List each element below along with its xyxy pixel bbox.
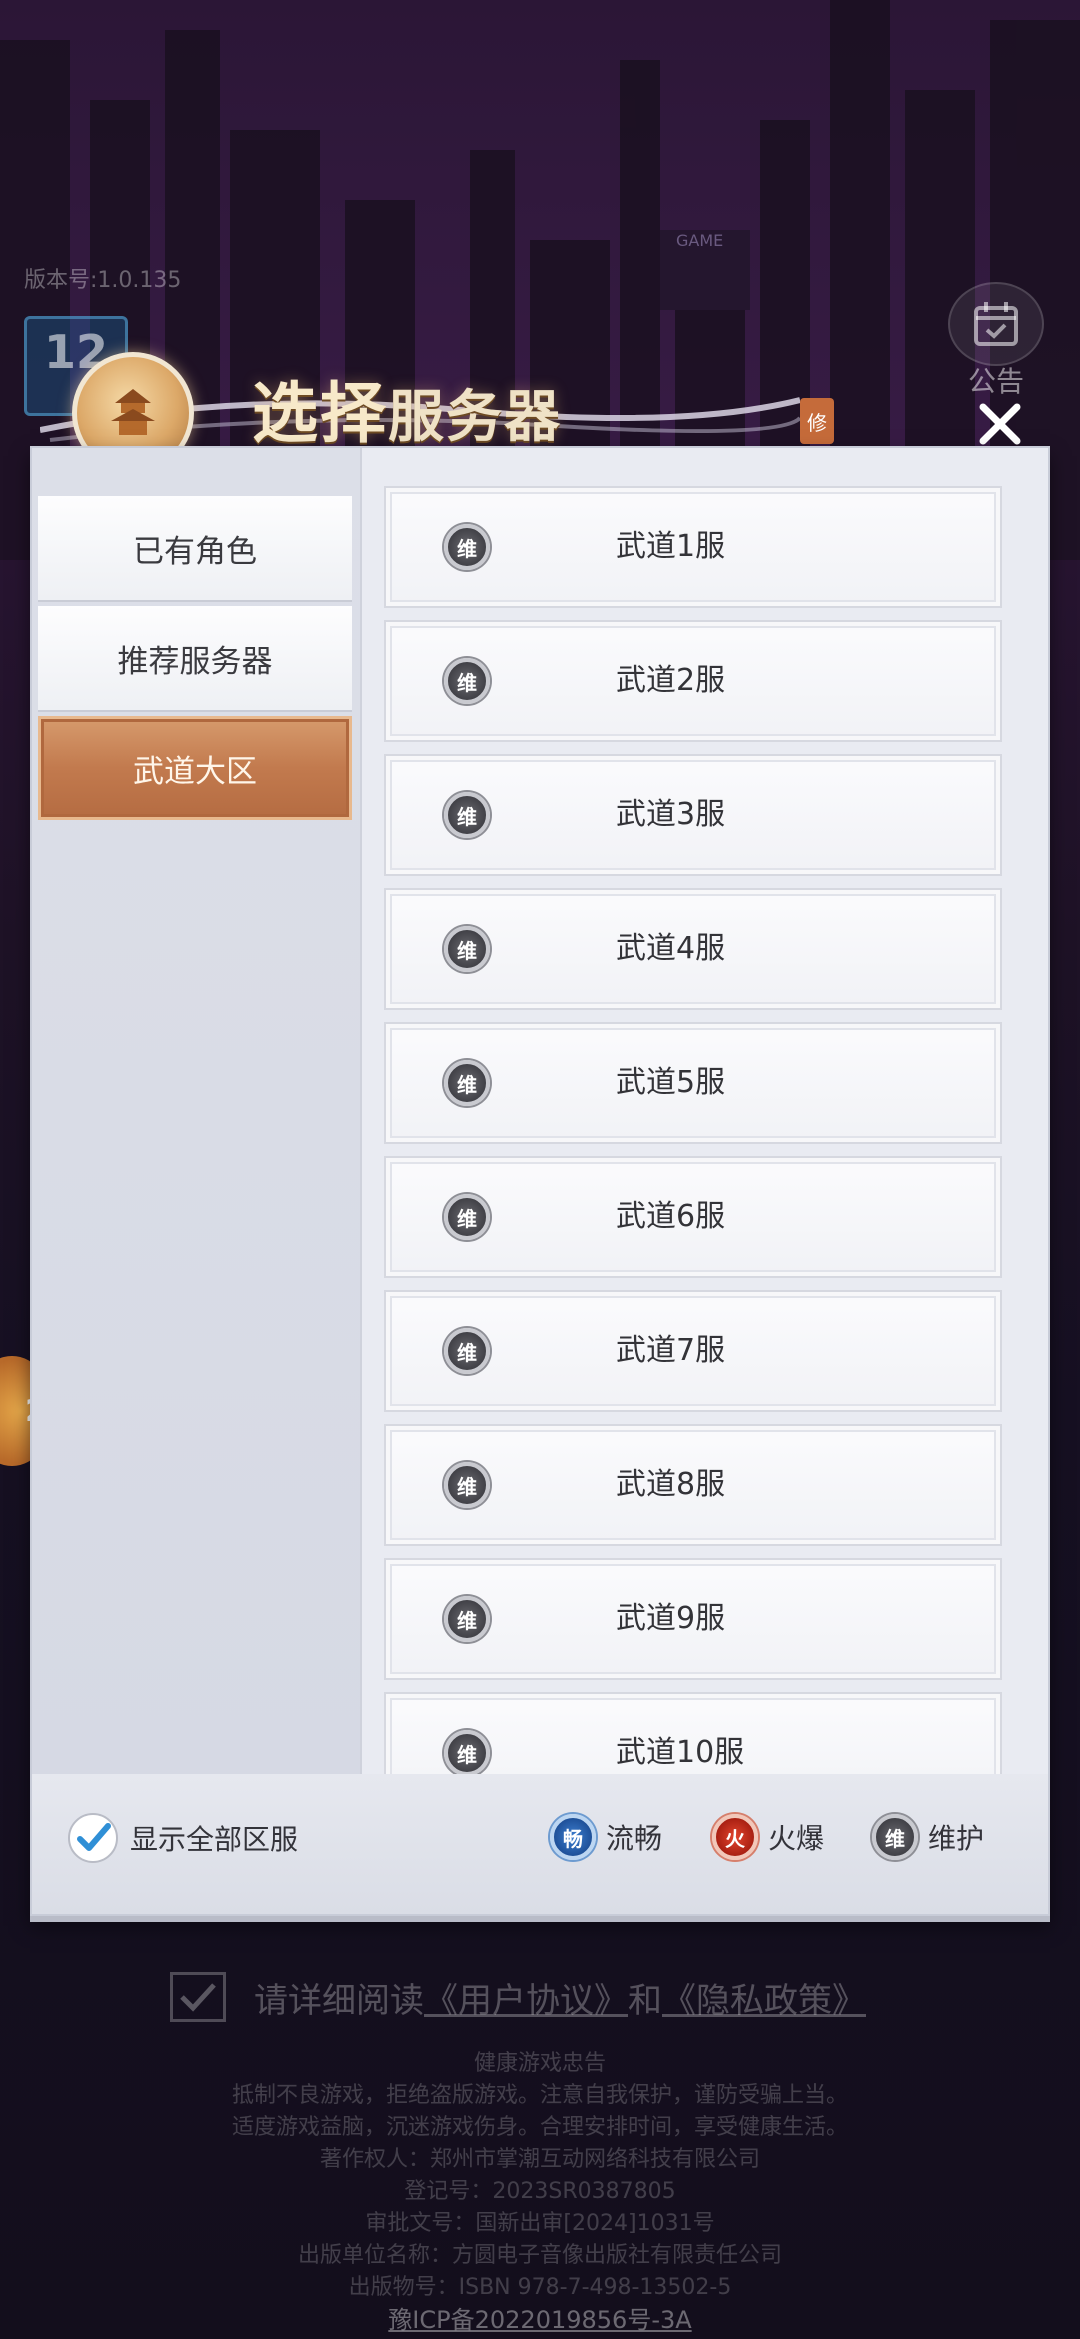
- show-all-servers-toggle[interactable]: 显示全部区服: [68, 1808, 298, 1868]
- legend-smooth: 畅 流畅: [550, 1812, 662, 1862]
- server-name: 武道2服: [616, 663, 726, 698]
- dialog-footer: 显示全部区服 畅 流畅 火 火爆 维 维护: [32, 1774, 1048, 1914]
- maintenance-status-icon: 维: [444, 1462, 490, 1508]
- server-name: 武道6服: [616, 1199, 726, 1234]
- show-all-label: 显示全部区服: [130, 1823, 299, 1856]
- close-icon: [979, 403, 1021, 445]
- maintenance-status-icon: 维: [444, 658, 490, 704]
- legal-heading: 健康游戏忠告: [473, 2051, 606, 2076]
- dialog-title: 选择服务器: [252, 360, 562, 456]
- legal-text: 出版物号：ISBN 978-7-498-13502-5: [348, 2275, 732, 2300]
- legend-maintenance: 维 维护: [872, 1812, 984, 1862]
- sidebar-item-recommended[interactable]: 推荐服务器: [38, 606, 352, 712]
- dialog-title-main: 选择: [252, 374, 388, 452]
- server-name: 武道1服: [616, 529, 726, 564]
- server-name: 武道4服: [616, 931, 726, 966]
- smooth-status-icon: 畅: [550, 1814, 596, 1860]
- server-name: 武道8服: [616, 1467, 726, 1502]
- legal-text: 出版单位名称：方圆电子音像出版社有限责任公司: [297, 2243, 782, 2268]
- server-name: 武道10服: [616, 1735, 745, 1770]
- sidebar-item-wudao-region[interactable]: 武道大区: [38, 716, 352, 820]
- dialog-title-banner: 选择服务器 修: [0, 330, 1080, 474]
- server-row[interactable]: 维 武道6服: [384, 1156, 1002, 1278]
- legend-label: 火爆: [768, 1822, 825, 1855]
- checkmark-icon: [180, 1983, 216, 2012]
- agreement-checkbox[interactable]: [170, 1972, 226, 2022]
- server-row[interactable]: 维 武道4服: [384, 888, 1002, 1010]
- server-row[interactable]: 维 武道8服: [384, 1424, 1002, 1546]
- legal-text: 著作权人：郑州市掌潮互动网络科技有限公司: [319, 2147, 760, 2172]
- server-name: 武道9服: [616, 1601, 726, 1636]
- maintenance-status-icon: 维: [444, 1596, 490, 1642]
- server-row[interactable]: 维 武道2服: [384, 620, 1002, 742]
- close-button[interactable]: [972, 396, 1028, 452]
- server-row[interactable]: 维 武道9服: [384, 1558, 1002, 1680]
- hot-status-icon: 火: [712, 1814, 758, 1860]
- version-label: 版本号:1.0.135: [24, 268, 182, 293]
- sidebar-item-existing-characters[interactable]: 已有角色: [38, 496, 352, 602]
- maintenance-status-icon: 维: [444, 524, 490, 570]
- legal-text: 登记号：2023SR0387805: [404, 2179, 676, 2204]
- server-row[interactable]: 维 武道7服: [384, 1290, 1002, 1412]
- legal-text: 抵制不良游戏，拒绝盗版游戏。注意自我保护，谨防受骗上当。: [231, 2083, 848, 2108]
- legend-label: 维护: [928, 1822, 985, 1855]
- svg-text:GAME: GAME: [676, 231, 723, 250]
- icp-link[interactable]: 豫ICP备2022019856号-3A: [0, 2304, 1080, 2336]
- agreement-row: 请详细阅读 《用户协议》 和 《隐私政策》: [170, 1972, 866, 2022]
- maintenance-status-icon: 维: [444, 1730, 490, 1774]
- maintenance-status-icon: 维: [444, 1060, 490, 1106]
- legal-text: 审批文号：国新出审[2024]1031号: [365, 2211, 715, 2236]
- server-name: 武道3服: [616, 797, 726, 832]
- maintenance-status-icon: 维: [444, 1194, 490, 1240]
- server-category-sidebar: 已有角色 推荐服务器 武道大区: [32, 448, 362, 1774]
- legend-label: 流畅: [606, 1822, 663, 1855]
- server-row[interactable]: 维 武道1服: [384, 486, 1002, 608]
- legend-hot: 火 火爆: [712, 1812, 824, 1862]
- maintenance-status-icon: 维: [444, 1328, 490, 1374]
- server-row[interactable]: 维 武道5服: [384, 1022, 1002, 1144]
- maintenance-status-icon: 维: [872, 1814, 918, 1860]
- agreement-and: 和: [628, 1980, 662, 2021]
- server-name: 武道5服: [616, 1065, 726, 1100]
- title-tag: 修: [800, 398, 834, 444]
- dialog-title-rest: 服务器: [388, 384, 562, 450]
- server-list[interactable]: 维 武道1服 维 武道2服 维 武道3服 维 武道4服 维 武道5服 维 武道6…: [384, 486, 1002, 1774]
- maintenance-status-icon: 维: [444, 792, 490, 838]
- agreement-prefix: 请详细阅读: [254, 1980, 424, 2021]
- server-row[interactable]: 维 武道10服: [384, 1692, 1002, 1774]
- user-agreement-link[interactable]: 《用户协议》: [424, 1973, 628, 2022]
- server-select-dialog: 已有角色 推荐服务器 武道大区 维 武道1服 维 武道2服 维 武道3服 维 武…: [30, 446, 1050, 1916]
- maintenance-status-icon: 维: [444, 926, 490, 972]
- privacy-policy-link[interactable]: 《隐私政策》: [662, 1973, 866, 2022]
- legal-notice: 健康游戏忠告 抵制不良游戏，拒绝盗版游戏。注意自我保护，谨防受骗上当。 适度游戏…: [0, 2048, 1080, 2336]
- server-name: 武道7服: [616, 1333, 726, 1368]
- legal-text: 适度游戏益脑，沉迷游戏伤身。合理安排时间，享受健康生活。: [231, 2115, 848, 2140]
- server-row[interactable]: 维 武道3服: [384, 754, 1002, 876]
- checkmark-icon: [68, 1813, 118, 1863]
